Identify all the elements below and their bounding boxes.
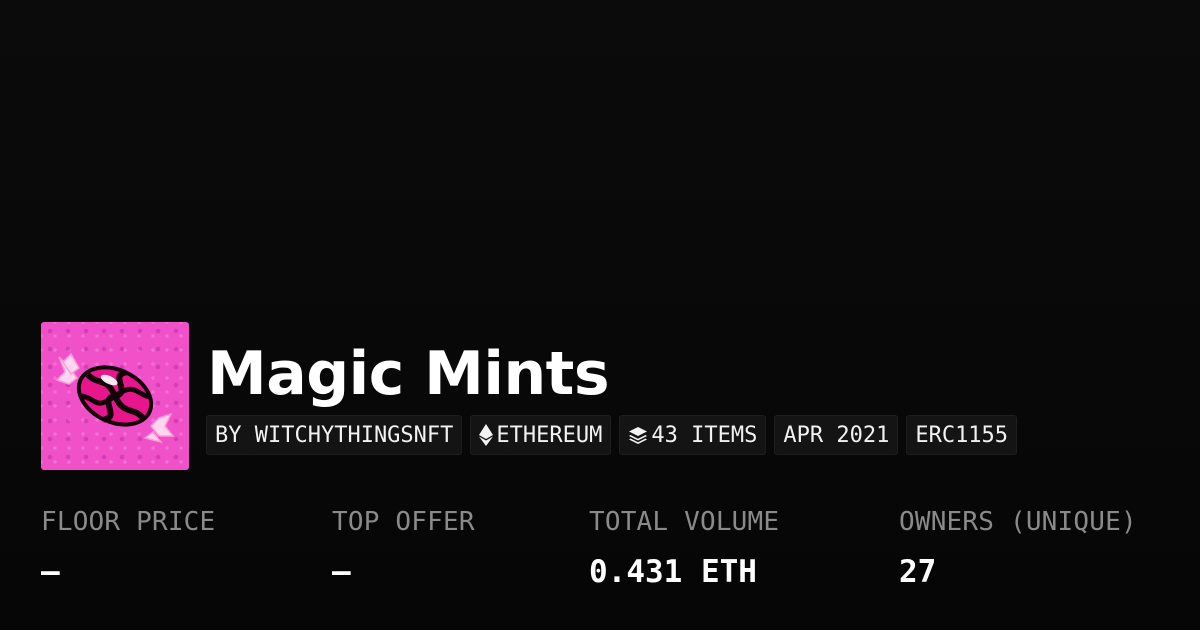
stat-value: 27 xyxy=(899,554,937,590)
standard-chip[interactable]: ERC1155 xyxy=(906,415,1018,455)
items-label: 43 ITEMS xyxy=(651,422,758,448)
stat-value: – xyxy=(332,554,351,590)
stat-total-volume: TOTAL VOLUME 0.431 ETH xyxy=(589,505,779,589)
collection-title: Magic Mints xyxy=(207,339,610,409)
collection-thumbnail[interactable] xyxy=(41,322,189,470)
collection-meta-chips: BY WITCHYTHINGSNFT ETHEREUM 43 ITEMS APR… xyxy=(206,415,1018,455)
collection-card: Magic Mints BY WITCHYTHINGSNFT ETHEREUM xyxy=(0,0,1200,630)
stat-label: TOP OFFER xyxy=(332,507,475,537)
chain-chip[interactable]: ETHEREUM xyxy=(470,415,612,455)
date-chip[interactable]: APR 2021 xyxy=(774,415,899,455)
ethereum-icon xyxy=(479,424,494,446)
chain-label: ETHEREUM xyxy=(496,422,603,448)
creator-label: BY WITCHYTHINGSNFT xyxy=(215,422,454,448)
mint-candy-icon xyxy=(55,352,175,444)
stat-label: TOTAL VOLUME xyxy=(589,507,780,537)
stat-label: FLOOR PRICE xyxy=(41,507,216,537)
stat-label: OWNERS (UNIQUE) xyxy=(899,507,1137,537)
standard-label: ERC1155 xyxy=(915,422,1009,448)
layers-icon xyxy=(628,426,648,444)
items-chip[interactable]: 43 ITEMS xyxy=(619,415,767,455)
stat-value: – xyxy=(41,554,60,590)
stat-owners: OWNERS (UNIQUE) 27 xyxy=(899,505,1137,589)
stat-floor-price: FLOOR PRICE – xyxy=(41,505,215,589)
creator-chip[interactable]: BY WITCHYTHINGSNFT xyxy=(206,415,463,455)
date-label: APR 2021 xyxy=(783,422,890,448)
stat-value: 0.431 ETH xyxy=(589,554,757,590)
stat-top-offer: TOP OFFER – xyxy=(332,505,475,589)
